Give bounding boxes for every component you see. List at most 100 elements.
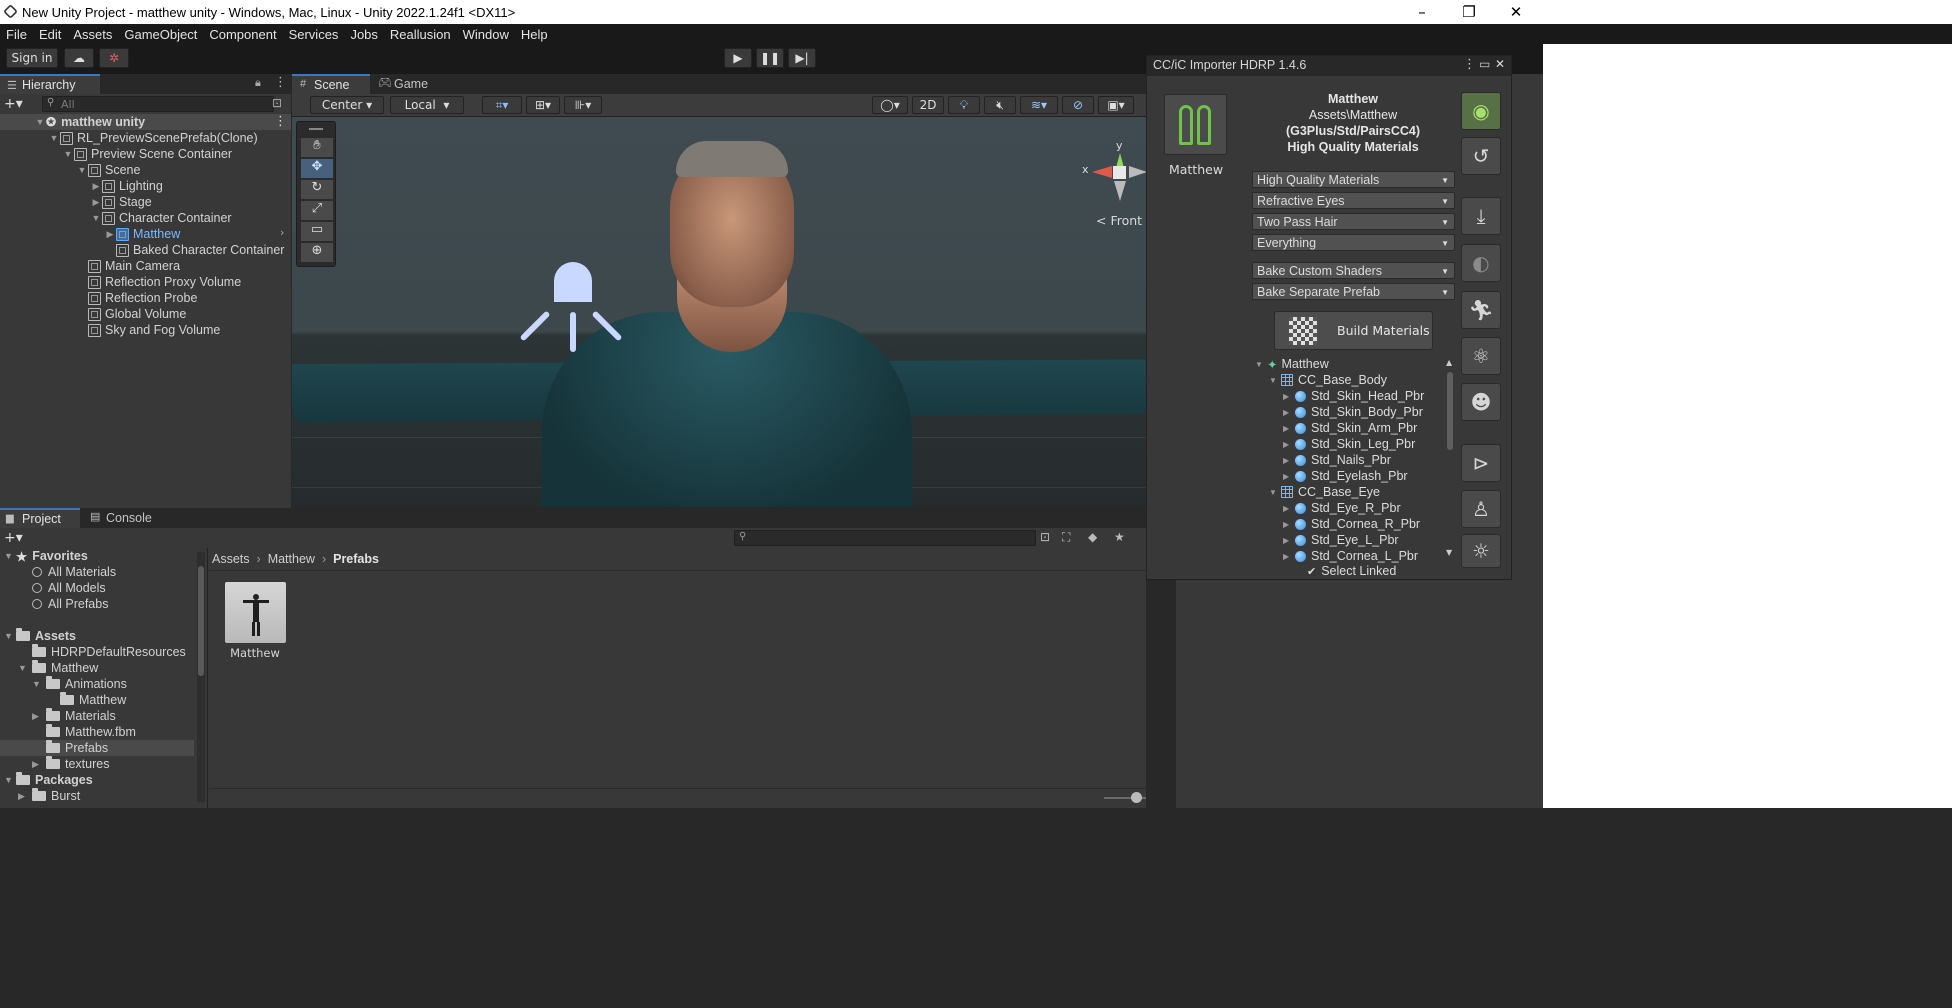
grid-snap-button[interactable]: ⌗▾ [482,96,522,114]
menu-assets[interactable]: Assets [67,27,118,42]
collapse-arrow-icon[interactable]: ▶ [1283,472,1295,481]
collapse-arrow-icon[interactable]: ▶ [1283,408,1295,417]
menu-gameobject[interactable]: GameObject [118,27,203,42]
collapse-arrow-icon[interactable]: ▶ [1283,392,1295,401]
tree-row-material[interactable]: ▶ Std_Cornea_R_Pbr [1283,516,1420,532]
pivot-dropdown[interactable]: Center ▾ [310,96,384,114]
expand-arrow-icon[interactable]: ▼ [76,165,88,175]
hierarchy-row[interactable]: Sky and Fog Volume [76,322,220,338]
maximize-icon[interactable]: ▭ [1479,57,1490,71]
expand-arrow-icon[interactable]: ▼ [48,133,60,143]
audio-toggle[interactable]: 🔇︎ [984,96,1016,114]
menu-edit[interactable]: Edit [33,27,67,42]
expand-arrow-icon[interactable]: ▼ [32,679,46,689]
label-tag-icon[interactable]: ◆ [1088,530,1097,544]
animation-button[interactable]: 🏃︎ [1461,291,1501,329]
asset-thumbnail[interactable] [225,582,286,643]
favorite-item[interactable]: All Models [32,580,106,596]
hair-shader-dropdown[interactable]: Two Pass Hair [1252,213,1455,230]
project-search-input[interactable]: ⚲ [734,530,1036,546]
asset-label[interactable]: Matthew [220,646,290,660]
pause-button[interactable]: ❚❚ [756,48,784,68]
folder-item-selected[interactable]: Prefabs [46,740,108,756]
close-icon[interactable]: ✕ [1495,57,1505,71]
chevron-right-icon[interactable]: › [280,226,284,239]
hierarchy-row-scene-root[interactable]: ▼ ✪ matthew unity [34,114,146,130]
collapse-arrow-icon[interactable]: ▶ [90,181,102,192]
expand-arrow-icon[interactable]: ▼ [4,631,16,641]
breadcrumb-prefabs[interactable]: Prefabs [333,552,379,566]
rotate-tool-button[interactable]: ↻ [301,180,333,199]
menu-file[interactable]: File [0,27,33,42]
favorite-star-icon[interactable]: ★ [1114,530,1125,544]
expand-arrow-icon[interactable]: ▼ [1255,360,1267,369]
tab-console[interactable]: ▤ Console [84,508,164,528]
increment-snap-button[interactable]: ⊞▾ [526,96,560,114]
2d-toggle[interactable]: 2D [912,96,944,114]
hierarchy-row[interactable]: ▼ Scene [76,162,141,178]
light-gizmo-icon[interactable] [554,262,592,302]
scene-menu-icon[interactable]: ⋮ [274,114,287,129]
eye-shader-dropdown[interactable]: Refractive Eyes [1252,192,1455,209]
maximize-button[interactable]: ❐ [1446,0,1492,24]
hierarchy-row-selected[interactable]: ▶ Matthew [104,226,181,242]
collapse-arrow-icon[interactable]: ▶ [104,229,116,240]
hierarchy-row[interactable]: ▶ Stage [90,194,152,210]
gizmo-center[interactable] [1113,166,1126,179]
create-button[interactable]: +▾ [4,96,30,112]
assets-header[interactable]: ▼ Assets [4,628,76,644]
retarget-button[interactable]: ♙ [1461,490,1501,528]
tab-project[interactable]: ▆ Project [0,508,80,528]
menu-component[interactable]: Component [203,27,282,42]
hierarchy-row[interactable]: Reflection Proxy Volume [76,274,241,290]
collapse-arrow-icon[interactable]: ▶ [1283,520,1295,529]
hierarchy-row[interactable]: ▼ Preview Scene Container [62,146,233,162]
collapse-arrow-icon[interactable]: ▶ [1283,552,1295,561]
gizmo-x-cone[interactable] [1092,166,1112,178]
menu-reallusion[interactable]: Reallusion [384,27,457,42]
expand-arrow-icon[interactable]: ▼ [34,117,46,127]
collapse-arrow-icon[interactable]: ▶ [1283,440,1295,449]
tree-row-material[interactable]: ▶ Std_Eye_R_Pbr [1283,500,1401,516]
scroll-down-icon[interactable]: ▼ [1446,548,1452,557]
zoom-slider-handle[interactable] [1131,792,1142,803]
hand-tool-button[interactable]: ✋︎ [301,138,333,157]
draw-mode-button[interactable]: ◯▾ [872,96,908,114]
folder-item[interactable]: Matthew [60,692,126,708]
expand-arrow-icon[interactable]: ▼ [1269,376,1281,385]
hierarchy-row[interactable]: Global Volume [76,306,186,322]
cloud-button[interactable]: ☁ [64,48,94,68]
hierarchy-row[interactable]: Reflection Probe [76,290,197,306]
hierarchy-row[interactable]: Baked Character Container [104,242,284,258]
features-dropdown[interactable]: Everything [1252,234,1455,251]
tree-scrollbar[interactable]: ▲ ▼ [1445,358,1455,562]
search-options-icon[interactable]: ⊡ [272,96,282,110]
hierarchy-row[interactable]: ▼ RL_PreviewScenePrefab(Clone) [48,130,258,146]
effects-dropdown[interactable]: ≋▾ [1020,96,1058,114]
tree-row-material[interactable]: ▶ Std_Eyelash_Pbr [1283,468,1408,484]
scale-tool-button[interactable]: ⤢ [301,201,333,220]
folder-item[interactable]: ▶ textures [32,756,109,772]
gizmo-view-label[interactable]: < Front [1096,213,1142,228]
folder-item[interactable]: ▶ Materials [32,708,116,724]
tab-game[interactable]: 🎮︎ Game [372,74,442,94]
select-linked-toggle[interactable]: ✔ Select Linked [1307,563,1396,578]
collapse-arrow-icon[interactable]: ▶ [18,791,32,802]
head-button[interactable]: ☻ [1461,383,1501,421]
more-options-icon[interactable]: ⋮ [1463,57,1476,72]
more-options-icon[interactable]: ⋮ [274,75,287,90]
preview-toggle-button[interactable]: ◉ [1461,92,1501,130]
move-tool-button[interactable]: ✥ [301,159,333,178]
tab-scene[interactable]: # Scene [292,74,370,94]
hierarchy-row[interactable]: ▼ Character Container [90,210,232,226]
expand-arrow-icon[interactable]: ▼ [4,551,16,561]
tree-row-material[interactable]: ▶ Std_Skin_Arm_Pbr [1283,420,1417,436]
lighting-toggle[interactable]: 💡︎ [948,96,980,114]
transform-tool-button[interactable]: ⊕ [301,243,333,262]
importer-titlebar[interactable]: CC/iC Importer HDRP 1.4.6 ⋮ ▭ ✕ [1147,56,1511,76]
tree-row-material[interactable]: ▶ Std_Nails_Pbr [1283,452,1391,468]
scroll-up-icon[interactable]: ▲ [1446,358,1452,367]
packages-header[interactable]: ▼ Packages [4,772,93,788]
hair-button[interactable]: ◐ [1461,244,1501,282]
breadcrumb-matthew[interactable]: Matthew [268,552,315,566]
